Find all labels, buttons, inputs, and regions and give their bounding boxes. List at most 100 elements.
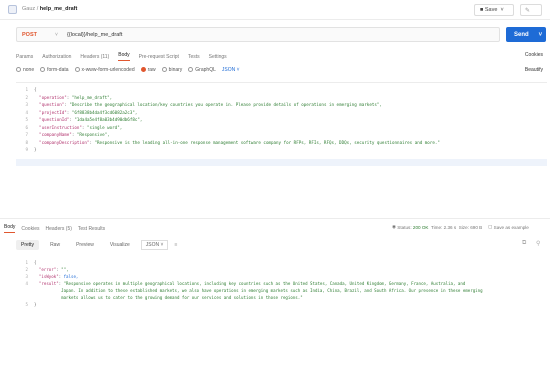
format-select[interactable]: JSON ˅	[222, 67, 240, 73]
line-number: 4	[25, 109, 28, 115]
json-key: "question"	[39, 102, 65, 107]
code-line: 2 "operation": "help_me_draft",	[16, 95, 112, 101]
line-number: 2	[25, 94, 28, 100]
tab-headers[interactable]: Headers (11)	[80, 54, 109, 60]
save-as-example-button[interactable]: ▢ Save as example	[488, 224, 529, 230]
json-value: Japan. In addition to these established …	[61, 288, 483, 293]
view-visualize[interactable]: Visualize	[105, 240, 135, 250]
json-value: "",	[61, 267, 69, 272]
json-value: "6f8838b4da4f3cd6082a2c3",	[71, 109, 138, 115]
code-line: 4 "projectId": "6f8838b4da4f3cd6082a2c3"…	[16, 110, 137, 116]
status-value[interactable]: 200 OK	[413, 225, 429, 230]
code-line: 1{	[16, 87, 37, 93]
tab-params[interactable]: Params	[16, 54, 33, 60]
line-number: 5	[25, 117, 28, 122]
radio-none[interactable]: none	[16, 67, 34, 73]
brace: }	[34, 302, 37, 307]
request-body-editor[interactable]: 1{2 "operation": "help_me_draft", 3 "ques…	[16, 82, 547, 158]
line-number: 4	[25, 281, 28, 286]
radio-binary[interactable]: binary	[161, 67, 182, 73]
json-value: false,	[63, 274, 79, 279]
radio-raw[interactable]: raw	[140, 67, 156, 73]
copy-icon[interactable]: ⧉	[522, 240, 526, 247]
breadcrumb: Gauz / help_me_draft	[22, 6, 77, 12]
radio-urlencoded[interactable]: x-www-form-urlencoded	[74, 67, 135, 73]
response-tabs: Body Cookies Headers (5) Test Results	[4, 224, 111, 233]
tab-settings[interactable]: Settings	[209, 54, 227, 60]
code-line: 8 "companyDescription": "Responsive is t…	[16, 139, 440, 146]
line-number: 3	[25, 102, 28, 107]
search-icon[interactable]: ⚲	[536, 240, 540, 247]
request-name[interactable]: help_me_draft	[40, 6, 78, 12]
code-line: markets allows us to cater to the growin…	[16, 295, 303, 300]
save-label: Save	[484, 7, 498, 13]
tab-test-results[interactable]: Test Results	[78, 226, 105, 232]
json-value: "1da4a5e4f8a03b4d90db6f8c",	[74, 117, 143, 122]
beautify-link[interactable]: Beautify	[525, 67, 543, 73]
pane-divider[interactable]	[0, 218, 550, 219]
response-body-viewer[interactable]: 1{2 "error": "", 3 "isWyok": false, 4 "res…	[16, 256, 546, 336]
chevron-down-icon: ˅	[538, 31, 543, 38]
chevron-down-icon: ˅	[497, 7, 504, 13]
view-preview[interactable]: Preview	[71, 240, 99, 250]
response-status: ◉ Status: 200 OK Time: 2.36 s Size: 690 …	[392, 224, 483, 230]
code-line: 1{	[16, 260, 37, 265]
code-line: 3 "question": "Describe the geographical…	[16, 102, 382, 108]
tab-response-body[interactable]: Body	[4, 224, 16, 233]
cookies-link[interactable]: Cookies	[525, 52, 543, 58]
json-key: "result"	[38, 281, 59, 286]
tab-response-cookies[interactable]: Cookies	[21, 226, 39, 232]
json-value: "Responsive",	[76, 132, 110, 137]
tab-body[interactable]: Body	[118, 52, 130, 61]
current-line-highlight	[16, 159, 547, 166]
json-value: markets allows us to cater to the growin…	[61, 295, 303, 300]
pencil-icon: ✎	[525, 7, 531, 14]
save-button[interactable]: ■ Save ˅	[474, 4, 514, 16]
view-pretty[interactable]: Pretty	[16, 240, 40, 250]
code-line: 7 "companyName": "Responsive",	[16, 132, 110, 138]
line-number: 3	[25, 274, 28, 279]
view-raw[interactable]: Raw	[45, 240, 65, 250]
tab-pre-request-script[interactable]: Pre-request Script	[139, 54, 179, 60]
send-button[interactable]: Send ˅	[506, 27, 546, 42]
json-value: "single word",	[86, 124, 123, 130]
code-line: 9}	[16, 147, 36, 153]
request-type-icon	[8, 5, 17, 14]
radio-form-data[interactable]: form-data	[40, 67, 69, 73]
edit-button[interactable]: ✎	[520, 4, 542, 16]
code-line: 6 "userInstruction": "single word",	[16, 125, 122, 131]
brace: {	[34, 87, 37, 92]
json-key: "error"	[38, 267, 57, 272]
tab-response-headers[interactable]: Headers (5)	[45, 226, 71, 232]
request-tabs: Params Authorization Headers (11) Body P…	[16, 52, 236, 61]
send-label: Send	[514, 31, 529, 38]
radio-graphql[interactable]: GraphQL	[188, 67, 216, 73]
breadcrumb-parent[interactable]: Gauz	[22, 6, 35, 12]
json-value: "Describe the geographical location/key …	[69, 102, 382, 107]
method-select[interactable]: POST	[22, 32, 37, 38]
line-number: 8	[25, 139, 28, 145]
json-value: "Responsive is the leading all-in-one re…	[94, 139, 440, 145]
filter-icon[interactable]: ≡	[174, 242, 177, 248]
url-input[interactable]: {{local}}/help_me_draft	[67, 32, 122, 38]
tab-authorization[interactable]: Authorization	[42, 54, 71, 60]
json-key: "projectId"	[39, 109, 67, 115]
json-key: "userInstruction"	[39, 124, 82, 130]
line-number: 2	[25, 267, 28, 272]
line-number: 7	[25, 132, 28, 137]
line-number: 6	[25, 124, 28, 130]
breadcrumb-separator: /	[36, 6, 39, 12]
line-number: 1	[25, 87, 28, 92]
chevron-down-icon[interactable]: ˅	[55, 32, 58, 38]
tab-tests[interactable]: Tests	[188, 54, 200, 60]
line-number: 5	[25, 302, 28, 307]
top-bar: Gauz / help_me_draft ■ Save ˅ ✎	[0, 0, 550, 20]
code-line: 5 "questionId": "1da4a5e4f8a03b4d90db6f8…	[16, 117, 142, 123]
response-view-options: Pretty Raw Preview Visualize JSON ˅ ≡	[16, 240, 177, 250]
url-bar: POST ˅ {{local}}/help_me_draft	[16, 27, 500, 42]
size-value[interactable]: 690 B	[470, 225, 482, 230]
response-format-select[interactable]: JSON ˅	[140, 240, 169, 250]
json-key: "companyDescription"	[39, 139, 90, 145]
time-value[interactable]: 2.36 s	[444, 225, 457, 230]
body-type-options: none form-data x-www-form-urlencoded raw…	[16, 67, 246, 73]
